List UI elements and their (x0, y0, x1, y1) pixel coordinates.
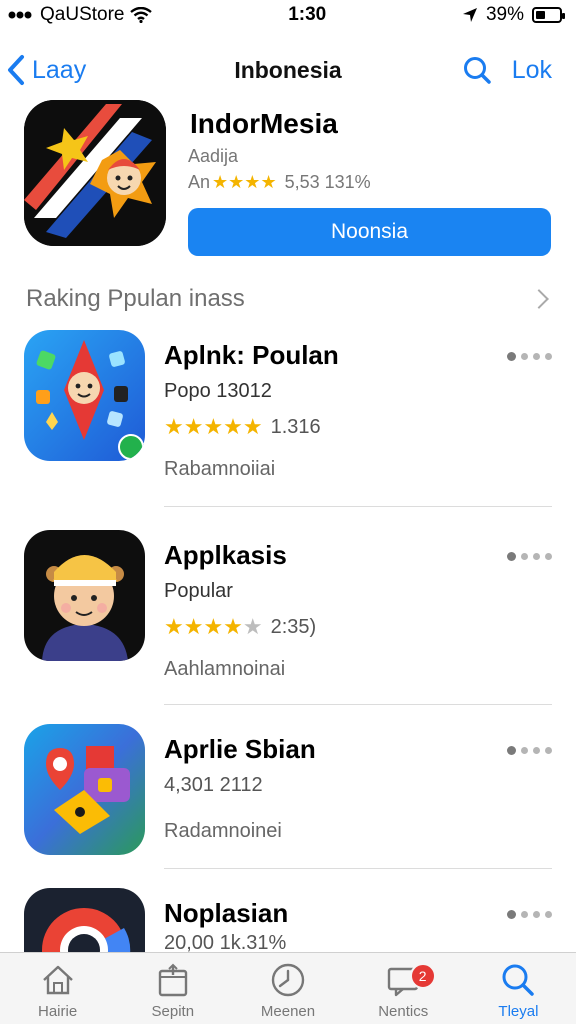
tab-label: Nentics (378, 1003, 429, 1020)
chevron-right-icon (529, 289, 549, 309)
app-rating: ★★★★★ 1.316 (164, 414, 321, 440)
tab-search[interactable]: Tleyal (461, 953, 576, 1024)
nav-right-link[interactable]: Lok (512, 56, 552, 85)
app-subtitle: 4,301 2112 (164, 774, 263, 796)
search-icon (502, 964, 535, 996)
divider (164, 868, 552, 869)
search-icon[interactable] (462, 55, 492, 85)
nav-right: Lok (462, 55, 552, 85)
rating-count: 1.316 (270, 415, 321, 438)
app-description: Rabamnoiiai (164, 458, 276, 480)
badge-icon (118, 434, 144, 460)
rating-prefix: An (188, 172, 211, 192)
tab-bar: Hairie Sepitn Meenen 2 Nentics Tleyal (0, 952, 576, 1024)
location-arrow-icon (462, 8, 477, 22)
tab-label: Sepitn (151, 1003, 195, 1020)
page-title: Inbonesia (234, 56, 342, 83)
app-list-item[interactable]: Applkasis Popular ★★★★★ 2:35) Aahlamnoin… (24, 530, 552, 690)
back-button[interactable]: Laay (6, 54, 86, 86)
star-rating-icon: ★★★★★ (164, 614, 263, 639)
featured-app-subtitle: Aadija (188, 146, 239, 166)
app-subtitle: 20,00 1k.31% (164, 932, 287, 952)
divider (164, 704, 552, 705)
home-icon (42, 965, 73, 995)
app-subtitle: Popular (164, 580, 233, 602)
app-icon (24, 888, 145, 952)
tab-label: Tleyal (498, 1003, 539, 1020)
app-name: Aprlie Sbian (164, 734, 316, 764)
tab-home[interactable]: Hairie (0, 953, 115, 1024)
battery-percent: 39% (485, 4, 524, 25)
featured-app-rating: An ★★★★ 5,53 131% (188, 172, 371, 193)
app-description: Aahlamnoinai (164, 658, 286, 680)
wifi-icon (130, 7, 153, 23)
featured-app-title: IndorMesia (190, 108, 338, 139)
rating-count: 2:35) (270, 615, 317, 638)
tab-clock[interactable]: Meenen (230, 953, 345, 1024)
section-header[interactable]: Raking Ppulan inass (26, 284, 554, 314)
status-bar: QaUStore 1:30 39% (0, 0, 576, 30)
status-right: 39% (462, 4, 565, 26)
box-icon (158, 963, 187, 997)
battery-fill (535, 11, 545, 19)
chevron-left-icon (8, 55, 24, 85)
tab-messages[interactable]: 2 Nentics (346, 953, 461, 1024)
rating-text: 5,53 131% (284, 172, 371, 192)
section-title: Raking Ppulan inass (26, 285, 245, 312)
get-app-button[interactable]: Noonsia (188, 208, 551, 256)
app-rating: ★★★★★ 2:35) (164, 614, 316, 640)
app-icon (24, 724, 145, 855)
app-name: Applkasis (164, 540, 287, 570)
signal-icon (8, 11, 32, 19)
app-list-item[interactable]: Aprlie Sbian 4,301 2112 Radamnoinei (24, 724, 552, 864)
notification-badge: 2 (409, 963, 436, 989)
tab-box[interactable]: Sepitn (115, 953, 230, 1024)
app-list-item[interactable]: Aplnk: Poulan Popo 13012 ★★★★★ 1.316 Rab… (24, 330, 552, 490)
more-options-icon[interactable] (507, 746, 552, 755)
more-options-icon[interactable] (507, 552, 552, 561)
carrier-name: QaUStore (40, 4, 125, 25)
app-name: Aplnk: Poulan (164, 340, 339, 370)
back-label: Laay (32, 55, 87, 84)
more-options-icon[interactable] (507, 352, 552, 361)
tab-label: Meenen (260, 1003, 316, 1020)
status-time: 1:30 (288, 4, 327, 25)
app-icon (24, 530, 145, 661)
battery-icon (531, 7, 565, 23)
app-name: Noplasian (164, 898, 289, 928)
app-description: Radamnoinei (164, 820, 282, 842)
app-subtitle: Popo 13012 (164, 380, 272, 402)
tab-label: Hairie (38, 1003, 78, 1020)
more-options-icon[interactable] (507, 910, 552, 919)
star-rating-icon: ★★★★ (212, 172, 277, 192)
featured-app: IndorMesia Aadija An ★★★★ 5,53 131% Noon… (24, 100, 552, 260)
app-list-item[interactable]: Noplasian 20,00 1k.31% (24, 888, 552, 952)
status-left: QaUStore (8, 4, 153, 26)
divider (164, 506, 552, 507)
star-rating-icon: ★★★★★ (164, 414, 263, 439)
featured-app-icon[interactable] (24, 100, 166, 246)
nav-bar: Laay Inbonesia Lok (0, 46, 576, 94)
app-icon (24, 330, 145, 461)
clock-icon (271, 963, 305, 997)
